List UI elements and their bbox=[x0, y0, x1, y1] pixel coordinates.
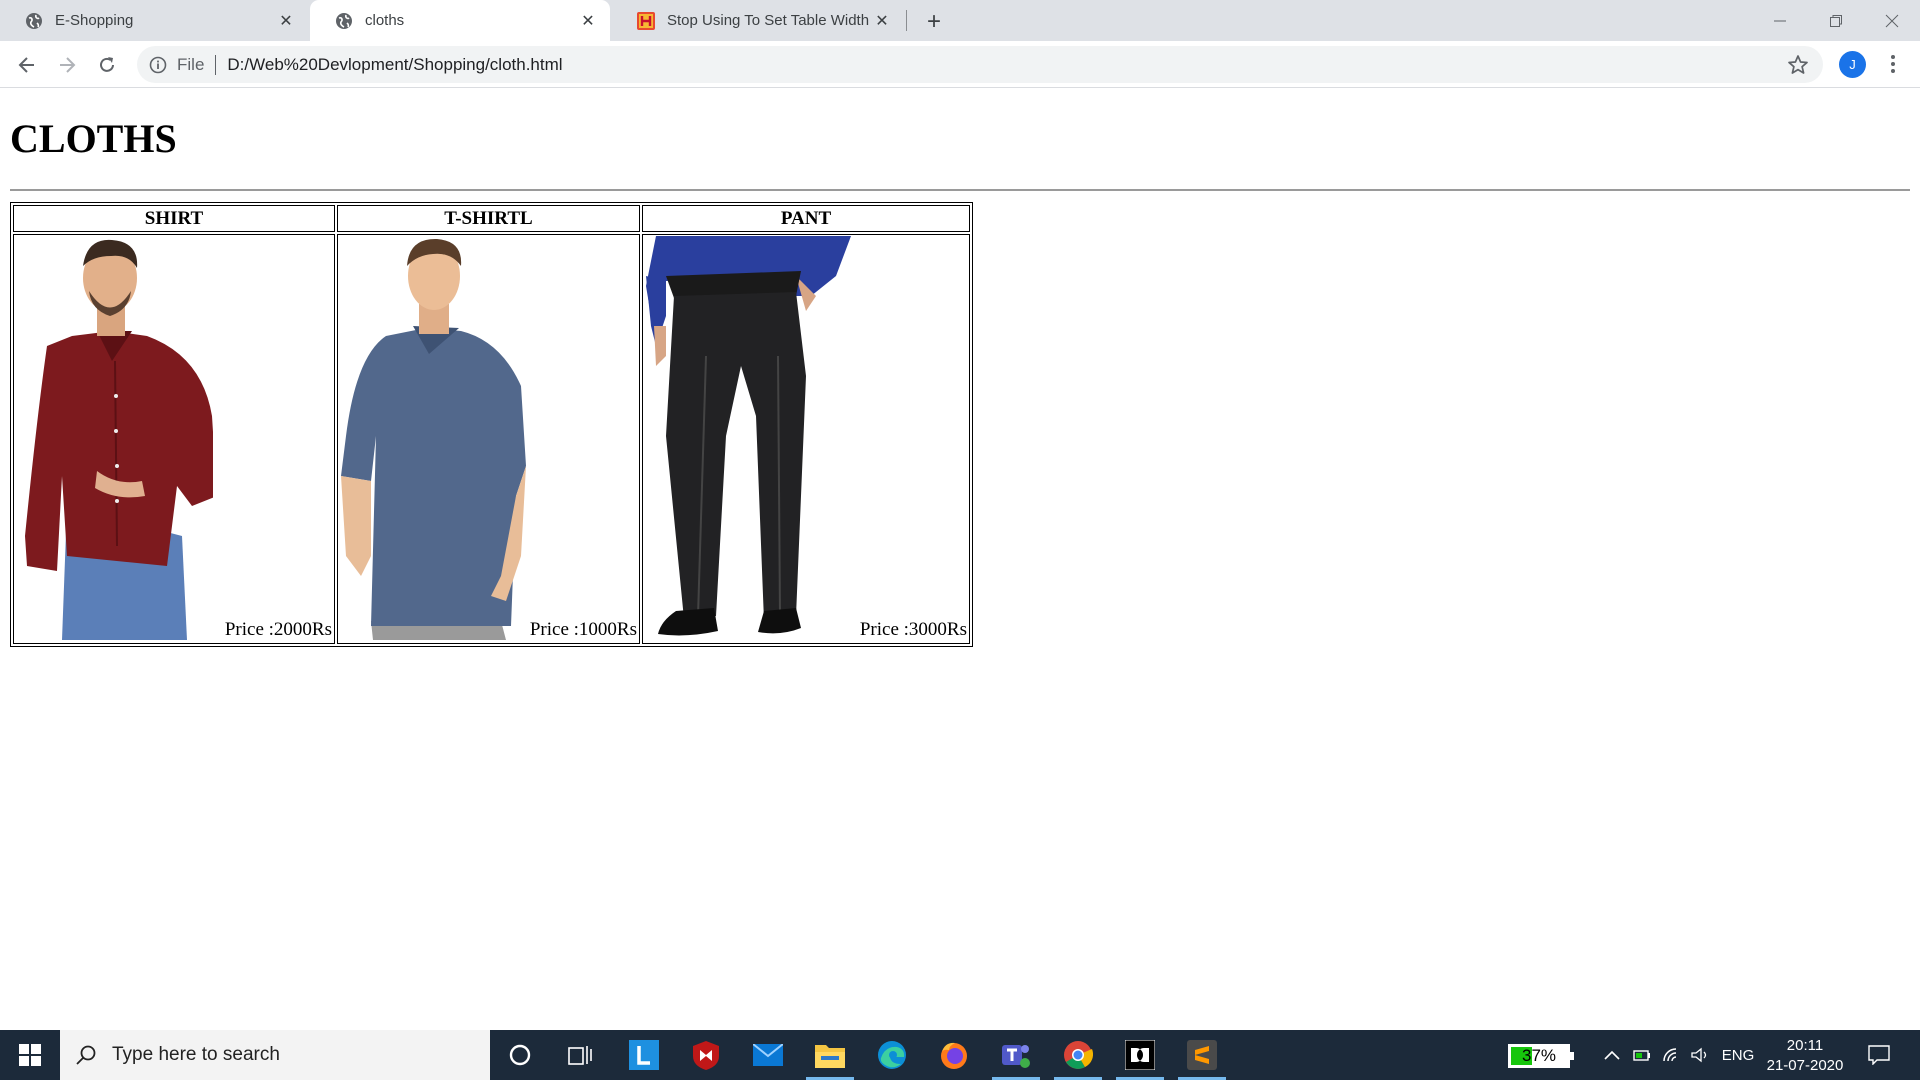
tab-separator bbox=[906, 10, 907, 31]
red-shirt-photo bbox=[25, 239, 213, 640]
cortana-icon[interactable] bbox=[502, 1037, 538, 1073]
url-text[interactable]: D:/Web%20Devlopment/Shopping/cloth.html bbox=[227, 55, 562, 75]
scheme-label: File bbox=[177, 54, 205, 74]
notifications-icon[interactable] bbox=[1864, 1030, 1894, 1080]
products-table: SHIRT T-SHIRTL PANT Price :2000Rs Price … bbox=[10, 202, 973, 647]
close-window-button[interactable] bbox=[1864, 0, 1920, 41]
start-button[interactable] bbox=[0, 1030, 60, 1080]
arrow-right-icon bbox=[60, 57, 76, 73]
taskbar-search-box[interactable]: Type here to search bbox=[60, 1030, 490, 1080]
mcafee-icon[interactable] bbox=[688, 1037, 724, 1073]
price-label: Price :3000Rs bbox=[859, 619, 967, 640]
tab-strip: E-Shopping ✕ cloths ✕ Stop Using To Set … bbox=[0, 0, 1920, 41]
chrome-icon[interactable] bbox=[1060, 1037, 1096, 1073]
tab-title: cloths bbox=[365, 12, 405, 29]
clock-time: 20:11 bbox=[1786, 1037, 1824, 1054]
minimize-icon bbox=[1774, 20, 1786, 21]
price-label: Price :2000Rs bbox=[224, 619, 332, 640]
mail-icon[interactable] bbox=[750, 1037, 786, 1073]
l-app-icon[interactable] bbox=[626, 1037, 662, 1073]
close-tab-icon[interactable]: ✕ bbox=[578, 11, 598, 31]
globe-icon bbox=[336, 12, 352, 29]
windows-logo-icon bbox=[19, 1044, 41, 1066]
browser-toolbar: File D:/Web%20Devlopment/Shopping/cloth.… bbox=[0, 41, 1920, 88]
close-tab-icon[interactable]: ✕ bbox=[872, 11, 892, 31]
tab-e-shopping[interactable]: E-Shopping ✕ bbox=[0, 0, 308, 41]
profile-avatar[interactable]: J bbox=[1839, 51, 1866, 78]
search-placeholder: Type here to search bbox=[112, 1044, 280, 1065]
restore-button[interactable] bbox=[1808, 0, 1864, 41]
wifi-icon[interactable] bbox=[1660, 1030, 1684, 1080]
sublime-icon[interactable] bbox=[1184, 1037, 1220, 1073]
search-icon bbox=[76, 1045, 96, 1065]
h-logo-icon bbox=[637, 11, 655, 30]
page-content: CLOTHS SHIRT T-SHIRTL PANT Price:2000Rs… bbox=[0, 89, 1920, 1030]
back-button[interactable] bbox=[12, 50, 42, 80]
power-plug-icon[interactable] bbox=[1630, 1030, 1654, 1080]
forward-button[interactable] bbox=[52, 50, 82, 80]
tab-title: Stop Using To Set Table Width In bbox=[667, 12, 872, 29]
file-explorer-icon[interactable] bbox=[812, 1037, 848, 1073]
battery-nub bbox=[1570, 1052, 1574, 1060]
windows-taskbar: Type here to search 37% ENG 20:11 21-07-… bbox=[0, 1030, 1920, 1080]
speaker-icon[interactable] bbox=[1688, 1030, 1712, 1080]
tab-stop-using[interactable]: Stop Using To Set Table Width In ✕ bbox=[612, 0, 904, 41]
column-header-tshirt: T-SHIRTL bbox=[337, 205, 640, 232]
tab-title: E-Shopping bbox=[55, 12, 134, 29]
globe-icon bbox=[26, 12, 42, 29]
dolby-icon[interactable] bbox=[1122, 1037, 1158, 1073]
close-tab-icon[interactable]: ✕ bbox=[276, 11, 296, 31]
close-icon bbox=[1885, 14, 1899, 27]
chevron-up-icon[interactable] bbox=[1600, 1030, 1624, 1080]
column-header-pant: PANT bbox=[642, 205, 970, 232]
column-header-shirt: SHIRT bbox=[13, 205, 335, 232]
product-cell-pant: Price :3000Rs bbox=[642, 234, 970, 644]
blue-tshirt-photo bbox=[341, 238, 526, 640]
horizontal-rule bbox=[10, 189, 1910, 191]
language-indicator[interactable]: ENG bbox=[1718, 1030, 1758, 1080]
firefox-icon[interactable] bbox=[936, 1037, 972, 1073]
price-label: Price :1000Rs bbox=[529, 619, 637, 640]
info-icon[interactable] bbox=[149, 56, 167, 74]
edge-icon[interactable] bbox=[874, 1037, 910, 1073]
reload-button[interactable] bbox=[92, 50, 122, 80]
product-cell-shirt: Price :2000Rs bbox=[13, 234, 335, 644]
scheme-divider bbox=[215, 54, 217, 75]
page-title: CLOTHS bbox=[10, 116, 177, 161]
tab-cloths[interactable]: cloths ✕ bbox=[310, 0, 610, 41]
clock-date: 21-07-2020 bbox=[1766, 1057, 1844, 1074]
black-pant-photo bbox=[646, 236, 851, 636]
battery-indicator[interactable]: 37% bbox=[1508, 1044, 1574, 1068]
restore-icon bbox=[1830, 14, 1842, 27]
teams-icon[interactable] bbox=[998, 1037, 1034, 1073]
table-row: Price :2000Rs Price :1000Rs Price:3000R… bbox=[13, 234, 970, 644]
reload-icon bbox=[100, 57, 114, 72]
minimize-button[interactable] bbox=[1752, 0, 1808, 41]
system-clock[interactable]: 20:11 21-07-2020 bbox=[1760, 1036, 1850, 1076]
task-view-icon[interactable] bbox=[562, 1037, 598, 1073]
table-header-row: SHIRT T-SHIRTL PANT bbox=[13, 205, 970, 232]
battery-percent: 37% bbox=[1521, 1046, 1557, 1065]
arrow-left-icon bbox=[18, 57, 34, 73]
browser-menu-button[interactable] bbox=[1880, 51, 1906, 77]
new-tab-button[interactable]: + bbox=[920, 8, 948, 36]
address-bar[interactable]: File D:/Web%20Devlopment/Shopping/cloth.… bbox=[137, 46, 1823, 83]
product-cell-tshirt: Price :1000Rs bbox=[337, 234, 640, 644]
bookmark-star-icon[interactable] bbox=[1787, 54, 1809, 76]
